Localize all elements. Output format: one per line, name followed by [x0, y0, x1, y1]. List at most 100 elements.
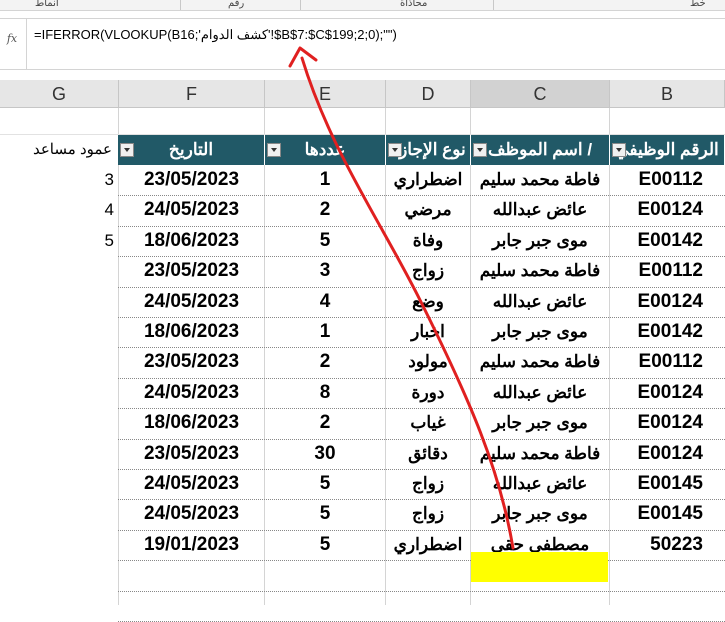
ribbon-label-styles[interactable]: أنماط [35, 0, 59, 9]
table-header-employee-id[interactable]: الرقم الوظيفي [610, 135, 725, 165]
employee-name-cell[interactable]: موى جبر جابر [471, 317, 609, 347]
employee-id-cell[interactable]: E00142 [610, 317, 725, 347]
leave-type-cell[interactable]: زواج [386, 256, 470, 286]
employee-id-cell[interactable]: E00145 [610, 469, 725, 499]
table-header-leave-type[interactable]: نوع الإجازة [386, 135, 471, 165]
employee-name-cell[interactable]: فاطة محمد سليم [471, 347, 609, 377]
employee-name-cell[interactable]: فاطة محمد سليم [471, 439, 609, 469]
filter-dropdown-icon[interactable] [120, 143, 134, 157]
employee-name-cell[interactable]: موى جبر جابر [471, 499, 609, 529]
column-header-d[interactable]: D [386, 80, 471, 108]
filter-dropdown-icon[interactable] [388, 143, 402, 157]
ribbon-label-alignment[interactable]: محاذاة [400, 0, 427, 9]
filter-dropdown-icon[interactable] [612, 143, 626, 157]
employee-name-cell[interactable]: فاطة محمد سليم [471, 165, 609, 195]
date-cell[interactable]: 18/06/2023 [119, 226, 264, 256]
column-header-c[interactable]: C [471, 80, 610, 108]
leave-type-cell[interactable]: دورة [386, 378, 470, 408]
count-cell[interactable]: 8 [265, 378, 385, 408]
helper-cell[interactable] [0, 530, 118, 560]
date-cell[interactable]: 24/05/2023 [119, 287, 264, 317]
employee-id-cell[interactable]: E00124 [610, 378, 725, 408]
filter-dropdown-icon[interactable] [267, 143, 281, 157]
highlighted-cell[interactable] [471, 552, 608, 582]
date-cell[interactable]: 18/06/2023 [119, 408, 264, 438]
table-header-count[interactable]: عددها [265, 135, 386, 165]
employee-name-cell[interactable]: عائض عبدالله [471, 378, 609, 408]
employee-id-cell[interactable]: E00124 [610, 287, 725, 317]
ribbon-label-number[interactable]: رقم [228, 0, 244, 9]
count-cell[interactable]: 1 [265, 165, 385, 195]
count-cell[interactable]: 5 [265, 499, 385, 529]
helper-cell[interactable] [0, 408, 118, 438]
helper-cell[interactable] [0, 317, 118, 347]
leave-type-cell[interactable]: زواج [386, 469, 470, 499]
leave-type-cell[interactable]: اضطراري [386, 530, 470, 560]
employee-name-cell[interactable]: موى جبر جابر [471, 226, 609, 256]
column-header-e[interactable]: E [265, 80, 386, 108]
count-cell[interactable]: 30 [265, 439, 385, 469]
employee-name-cell[interactable]: عائض عبدالله [471, 469, 609, 499]
employee-id-cell[interactable]: E00112 [610, 347, 725, 377]
helper-cell[interactable]: 5 [0, 226, 118, 256]
column-header-g[interactable]: G [0, 80, 119, 108]
filter-dropdown-icon[interactable] [473, 143, 487, 157]
leave-type-cell[interactable]: اضطراري [386, 165, 470, 195]
employee-id-cell[interactable]: E00142 [610, 226, 725, 256]
employee-id-cell[interactable]: E00112 [610, 165, 725, 195]
employee-name-cell[interactable]: عائض عبدالله [471, 287, 609, 317]
count-cell[interactable]: 3 [265, 256, 385, 286]
count-cell[interactable]: 5 [265, 469, 385, 499]
date-cell[interactable]: 19/01/2023 [119, 530, 264, 560]
leave-type-cell[interactable]: زواج [386, 499, 470, 529]
helper-cell[interactable] [0, 439, 118, 469]
count-cell[interactable]: 5 [265, 226, 385, 256]
leave-type-cell[interactable]: اخبار [386, 317, 470, 347]
employee-id-cell[interactable]: E00112 [610, 256, 725, 286]
ribbon-label-font[interactable]: خط [690, 0, 706, 9]
helper-cell[interactable]: 4 [0, 195, 118, 225]
employee-id-cell[interactable]: E00124 [610, 195, 725, 225]
date-cell[interactable]: 23/05/2023 [119, 165, 264, 195]
leave-type-cell[interactable]: مولود [386, 347, 470, 377]
employee-name-cell[interactable]: فاطة محمد سليم [471, 256, 609, 286]
table-header-date[interactable]: التاريخ [118, 135, 265, 165]
date-cell[interactable]: 24/05/2023 [119, 195, 264, 225]
count-cell[interactable]: 4 [265, 287, 385, 317]
date-cell[interactable]: 18/06/2023 [119, 317, 264, 347]
leave-type-cell[interactable]: وضع [386, 287, 470, 317]
column-header-b[interactable]: B [610, 80, 725, 108]
date-cell[interactable]: 24/05/2023 [119, 378, 264, 408]
employee-name-cell[interactable]: عائض عبدالله [471, 195, 609, 225]
count-cell[interactable]: 1 [265, 317, 385, 347]
helper-cell[interactable] [0, 256, 118, 286]
employee-id-cell[interactable]: E00145 [610, 499, 725, 529]
date-cell[interactable]: 24/05/2023 [119, 469, 264, 499]
employee-id-cell[interactable]: 50223 [610, 530, 725, 560]
count-cell[interactable]: 2 [265, 408, 385, 438]
helper-cell[interactable] [0, 378, 118, 408]
leave-type-cell[interactable]: مرضي [386, 195, 470, 225]
helper-cell[interactable] [0, 287, 118, 317]
leave-type-cell[interactable]: وفاة [386, 226, 470, 256]
employee-name-cell[interactable]: موى جبر جابر [471, 408, 609, 438]
date-cell[interactable]: 24/05/2023 [119, 499, 264, 529]
helper-cell[interactable] [0, 469, 118, 499]
date-cell[interactable]: 23/05/2023 [119, 256, 264, 286]
count-cell[interactable]: 5 [265, 530, 385, 560]
count-cell[interactable]: 2 [265, 347, 385, 377]
employee-id-cell[interactable]: E00124 [610, 408, 725, 438]
leave-type-cell[interactable]: غياب [386, 408, 470, 438]
employee-id-cell[interactable]: E00124 [610, 439, 725, 469]
insert-function-icon[interactable]: fx [0, 19, 24, 59]
date-cell[interactable]: 23/05/2023 [119, 347, 264, 377]
date-cell[interactable]: 23/05/2023 [119, 439, 264, 469]
formula-input[interactable]: =IFERROR(VLOOKUP(B16;'كشف الدوام'!$B$7:$… [34, 27, 397, 43]
column-header-f[interactable]: F [119, 80, 265, 108]
helper-cell[interactable] [0, 499, 118, 529]
table-header-employee-name[interactable]: اسم الموظف / [471, 135, 610, 165]
helper-cell[interactable] [0, 347, 118, 377]
count-cell[interactable]: 2 [265, 195, 385, 225]
helper-cell[interactable]: 3 [0, 165, 118, 195]
leave-type-cell[interactable]: دقائق [386, 439, 470, 469]
